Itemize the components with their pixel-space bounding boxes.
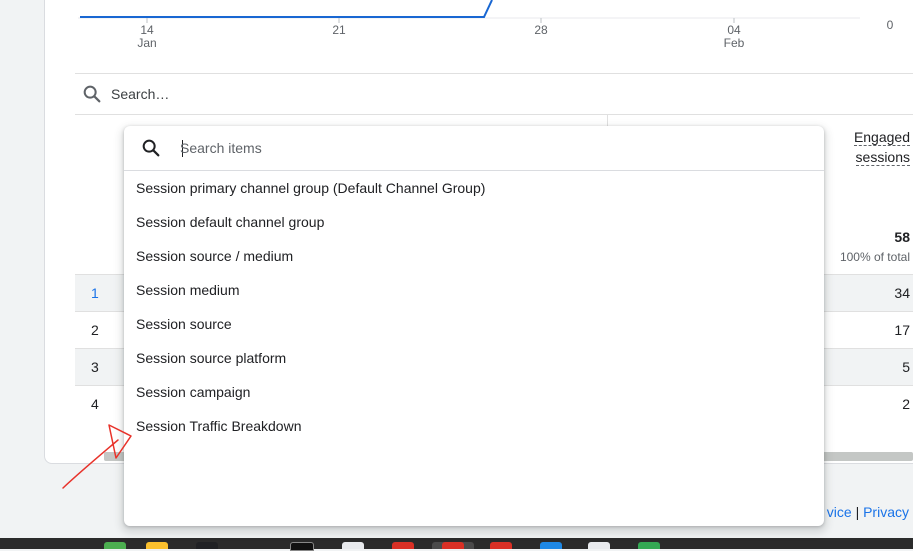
- dropdown-item-primary-channel-group[interactable]: Session primary channel group (Default C…: [124, 171, 824, 205]
- x-tick-1: 14 Jan: [137, 23, 157, 50]
- x-tick-4: 04 Feb: [723, 23, 745, 50]
- dropdown-item-list: Session primary channel group (Default C…: [124, 171, 824, 443]
- taskbar-app-icon[interactable]: [342, 542, 364, 549]
- y-axis-zero-label: 0: [886, 18, 894, 32]
- taskbar-app-icon[interactable]: [588, 542, 610, 549]
- dropdown-item-traffic-breakdown[interactable]: Session Traffic Breakdown: [124, 409, 824, 443]
- row-value: 2: [902, 396, 910, 412]
- taskbar-app-icon[interactable]: [290, 542, 314, 551]
- x-tick-2: 21: [332, 23, 346, 37]
- row-index: 2: [91, 322, 99, 338]
- footer-link-privacy[interactable]: Privacy: [863, 504, 909, 520]
- header-line-2: sessions: [855, 149, 910, 166]
- dropdown-item-default-channel-group[interactable]: Session default channel group: [124, 205, 824, 239]
- taskbar-app-icon[interactable]: [104, 542, 126, 549]
- row-value: 5: [902, 359, 910, 375]
- metric-total-percent: 100% of total: [839, 250, 910, 264]
- search-icon: [83, 85, 101, 103]
- taskbar-app-icon[interactable]: [196, 542, 218, 549]
- search-items-input[interactable]: [180, 136, 780, 160]
- taskbar-app-icon[interactable]: [146, 542, 168, 549]
- chart-area: 14 Jan 21 28 04 Feb 0: [0, 0, 913, 70]
- row-value: 17: [894, 322, 910, 338]
- engaged-sessions-header[interactable]: Engaged sessions: [853, 127, 910, 167]
- taskbar-app-icon[interactable]: [490, 542, 512, 549]
- search-icon: [142, 139, 160, 157]
- dropdown-item-source-medium[interactable]: Session source / medium: [124, 239, 824, 273]
- metric-total: 58: [894, 229, 910, 245]
- x-tick-3: 28: [534, 23, 548, 37]
- footer-links: vice | Privacy: [827, 504, 909, 520]
- table-search-bar[interactable]: Search…: [75, 73, 913, 115]
- dropdown-item-source[interactable]: Session source: [124, 307, 824, 341]
- row-index: 4: [91, 396, 99, 412]
- dropdown-item-campaign[interactable]: Session campaign: [124, 375, 824, 409]
- row-index: 1: [91, 285, 99, 301]
- dropdown-item-medium[interactable]: Session medium: [124, 273, 824, 307]
- dimension-picker-dropdown: Session primary channel group (Default C…: [124, 126, 824, 526]
- dropdown-item-source-platform[interactable]: Session source platform: [124, 341, 824, 375]
- taskbar-app-icon[interactable]: [392, 542, 414, 549]
- taskbar-app-icon[interactable]: [540, 542, 562, 549]
- taskbar-app-icon[interactable]: [442, 542, 464, 549]
- trend-series-line: [80, 0, 493, 18]
- footer-separator: |: [855, 504, 860, 520]
- row-value: 34: [894, 285, 910, 301]
- header-line-1: Engaged: [853, 129, 910, 146]
- table-search-placeholder: Search…: [111, 86, 170, 102]
- taskbar-app-icon[interactable]: [638, 542, 660, 549]
- row-index: 3: [91, 359, 99, 375]
- dropdown-search-bar: [124, 126, 824, 171]
- footer-link-service[interactable]: vice: [827, 504, 852, 520]
